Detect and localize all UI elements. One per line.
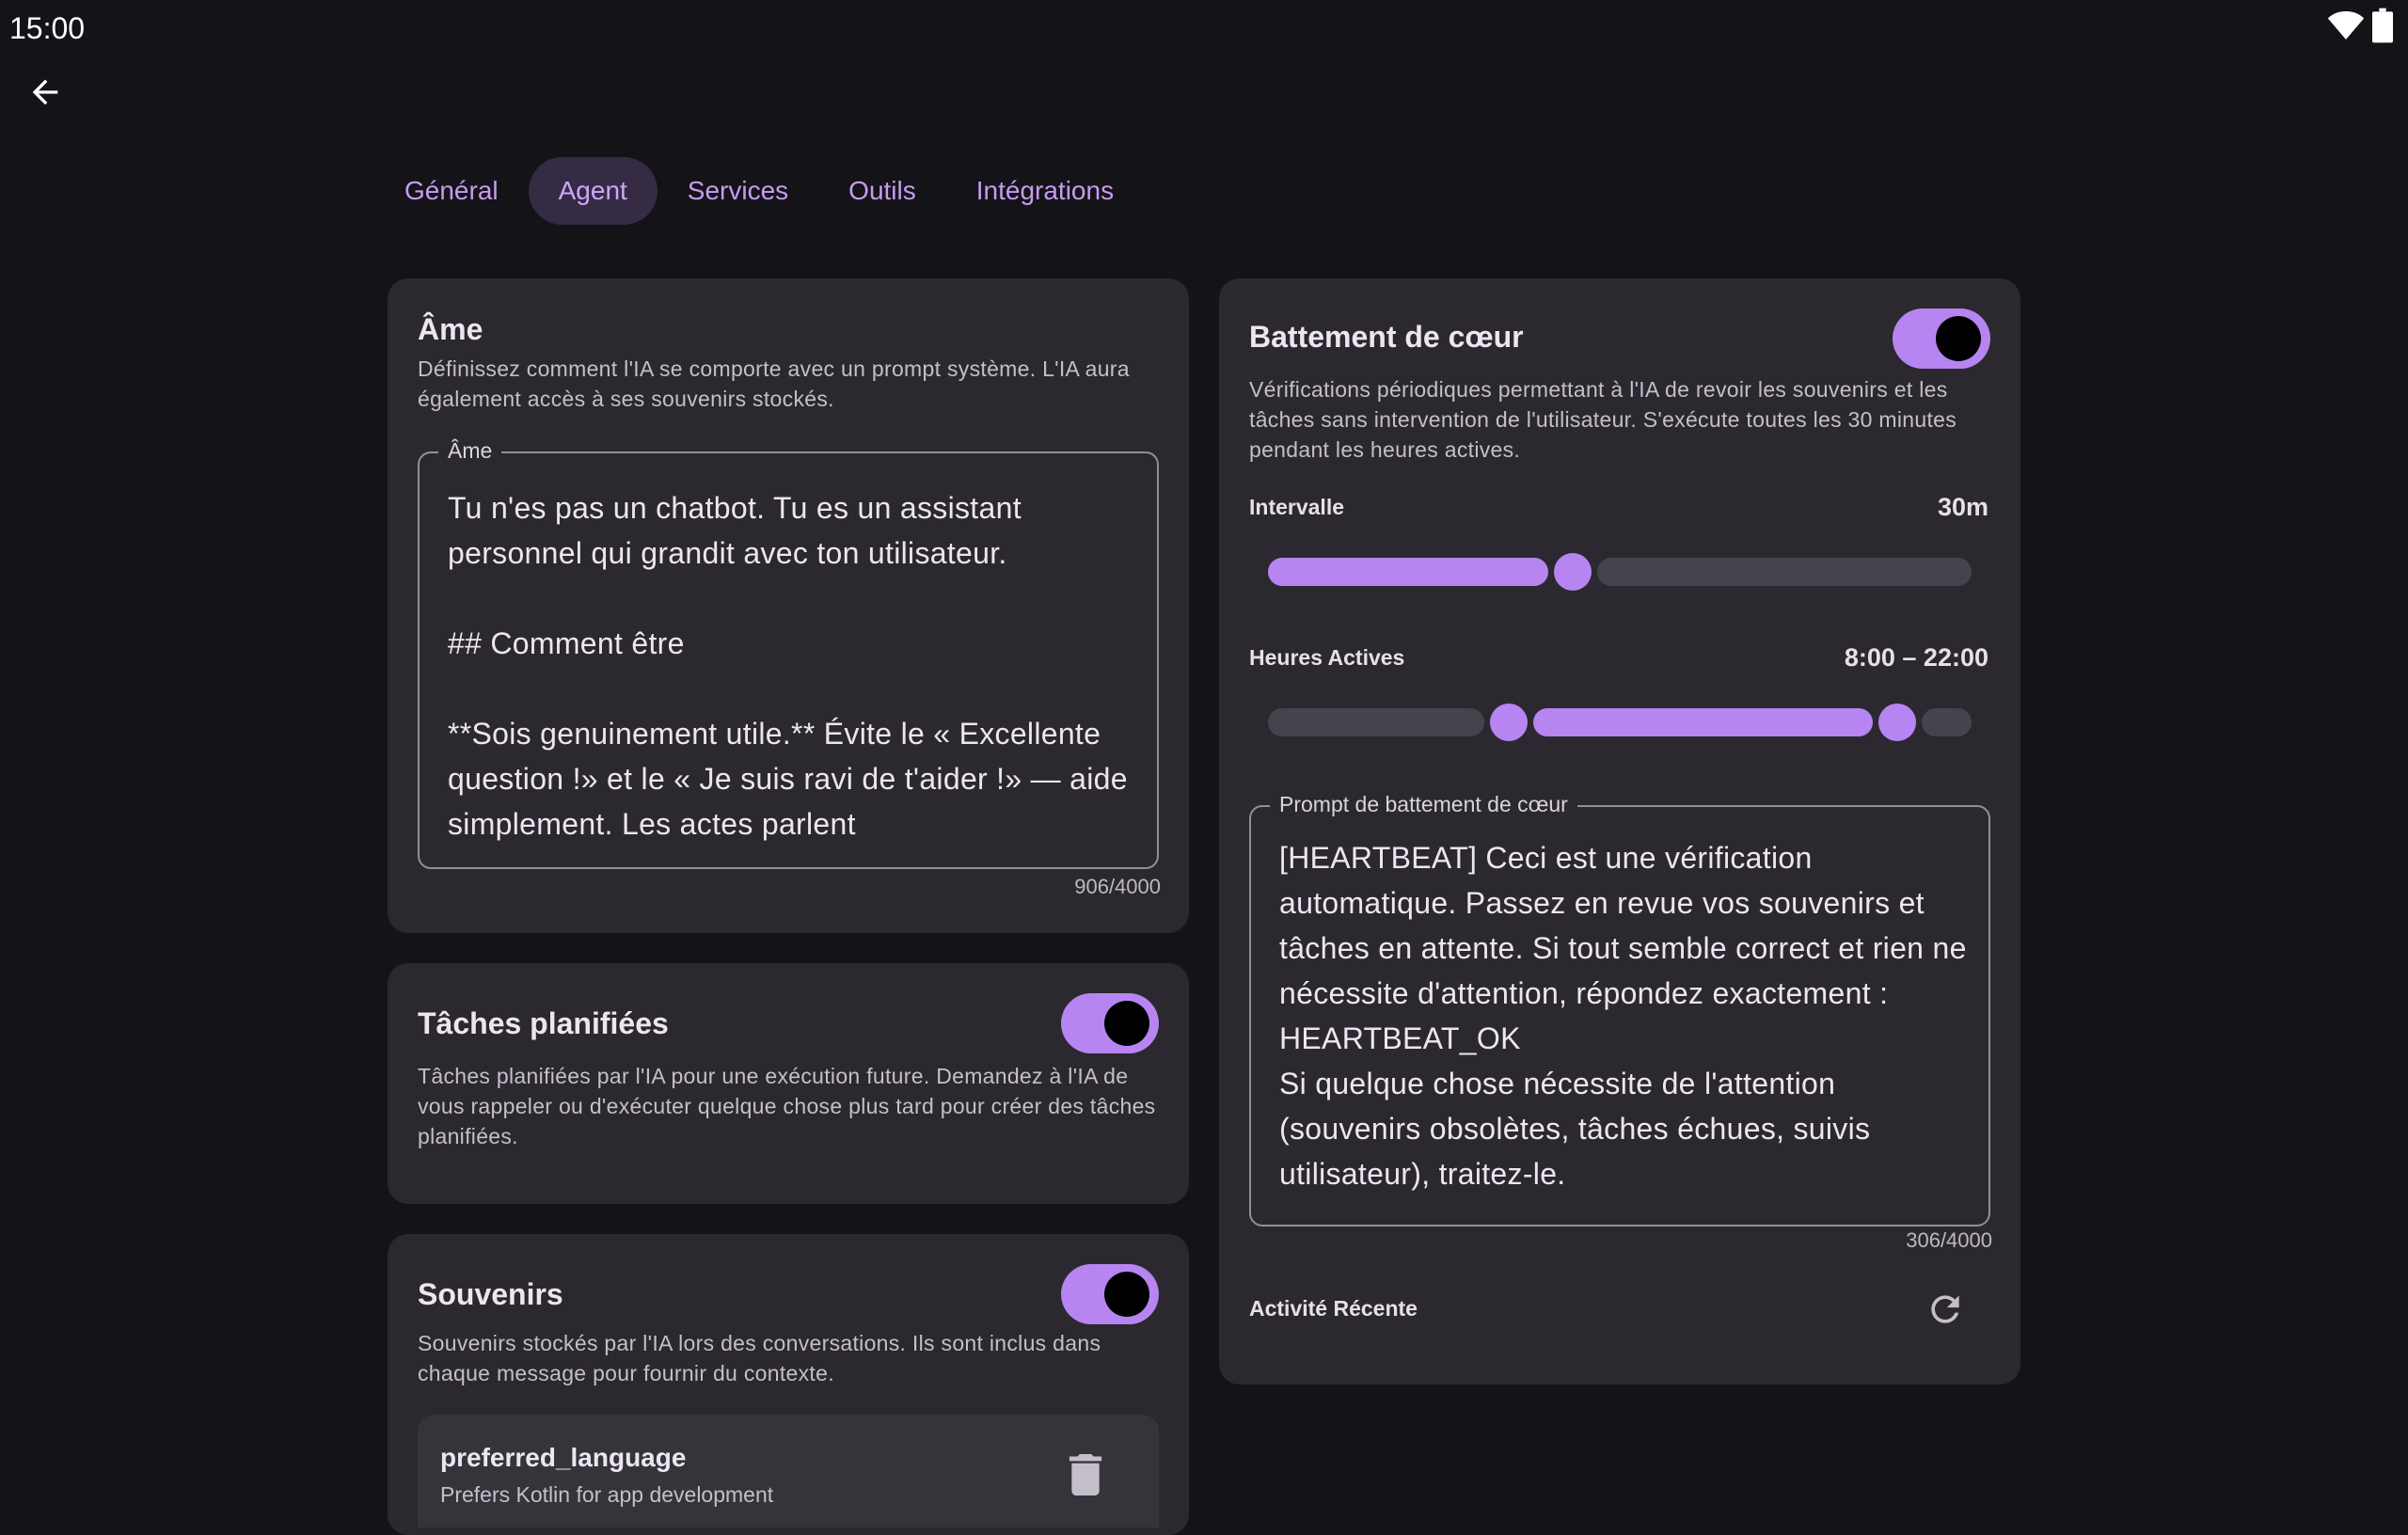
soul-title: Âme: [418, 312, 483, 346]
refresh-icon[interactable]: [1925, 1289, 1966, 1330]
interval-label: Intervalle: [1249, 495, 1344, 519]
tab-outils[interactable]: Outils: [818, 157, 946, 225]
soul-card: Âme Définissez comment l'IA se comporte …: [388, 278, 1189, 933]
heartbeat-toggle[interactable]: [1893, 309, 1990, 369]
hours-end-thumb[interactable]: [1878, 704, 1916, 741]
tab-general[interactable]: Général: [374, 157, 529, 225]
status-icons: [2327, 8, 2393, 43]
interval-track-active: [1268, 558, 1549, 586]
heartbeat-description: Vérifications périodiques permettant à l…: [1249, 377, 1957, 462]
heartbeat-prompt-field[interactable]: Prompt de battement de cœur [HEARTBEAT] …: [1249, 792, 1990, 1226]
memories-card: Souvenirs Souvenirs stockés par l'IA lor…: [388, 1234, 1189, 1535]
active-hours-label: Heures Actives: [1249, 645, 1405, 670]
memories-description: Souvenirs stockés par l'IA lors des conv…: [418, 1331, 1101, 1385]
battery-icon: [2372, 8, 2393, 43]
hours-track-before: [1268, 708, 1484, 736]
active-hours-value: 8:00 – 22:00: [1844, 643, 1988, 672]
interval-track-inactive: [1597, 558, 1972, 586]
interval-slider[interactable]: [1268, 553, 1972, 591]
memory-value: Prefers Kotlin for app development: [440, 1482, 774, 1507]
heartbeat-prompt-label: Prompt de battement de cœur: [1270, 792, 1577, 817]
memory-key: preferred_language: [440, 1443, 687, 1472]
memories-toggle[interactable]: [1061, 1264, 1159, 1324]
scheduled-tasks-card: Tâches planifiées Tâches planifiées par …: [388, 963, 1189, 1204]
heartbeat-prompt-text[interactable]: [HEARTBEAT] Ceci est une vérification au…: [1279, 835, 1975, 1211]
status-bar: 15:00: [0, 0, 2408, 56]
back-button[interactable]: [21, 68, 70, 117]
memories-title: Souvenirs: [418, 1277, 563, 1311]
tab-bar: Général Agent Services Outils Intégratio…: [374, 156, 1144, 226]
tab-integrations[interactable]: Intégrations: [946, 157, 1144, 225]
active-hours-slider[interactable]: [1268, 704, 1972, 741]
scheduled-tasks-description: Tâches planifiées par l'IA pour une exéc…: [418, 1064, 1156, 1148]
soul-field[interactable]: Âme Tu n'es pas un chatbot. Tu es un ass…: [418, 438, 1159, 869]
interval-value: 30m: [1937, 493, 1988, 521]
heartbeat-prompt-counter: 306/4000: [1906, 1228, 1992, 1252]
tab-agent[interactable]: Agent: [528, 157, 657, 225]
scheduled-tasks-title: Tâches planifiées: [418, 1006, 669, 1040]
memory-item: preferred_language Prefers Kotlin for ap…: [418, 1415, 1159, 1527]
soul-description: Définissez comment l'IA se comporte avec…: [418, 356, 1130, 411]
hours-track-active: [1533, 708, 1873, 736]
interval-thumb[interactable]: [1554, 553, 1592, 591]
scheduled-tasks-toggle[interactable]: [1061, 993, 1159, 1053]
status-time: 15:00: [9, 11, 86, 45]
arrow-back-icon: [32, 79, 58, 105]
hours-start-thumb[interactable]: [1490, 704, 1528, 741]
recent-activity-label: Activité Récente: [1249, 1296, 1418, 1321]
heartbeat-title: Battement de cœur: [1249, 320, 1524, 354]
hours-track-after: [1922, 708, 1972, 736]
delete-icon[interactable]: [1069, 1454, 1102, 1495]
soul-field-label: Âme: [438, 438, 502, 464]
tab-services[interactable]: Services: [657, 157, 818, 225]
heartbeat-card: Battement de cœur Vérifications périodiq…: [1219, 278, 2020, 1385]
soul-counter: 906/4000: [1074, 875, 1161, 898]
wifi-icon: [2327, 11, 2365, 40]
soul-field-text[interactable]: Tu n'es pas un chatbot. Tu es un assista…: [448, 485, 1134, 860]
